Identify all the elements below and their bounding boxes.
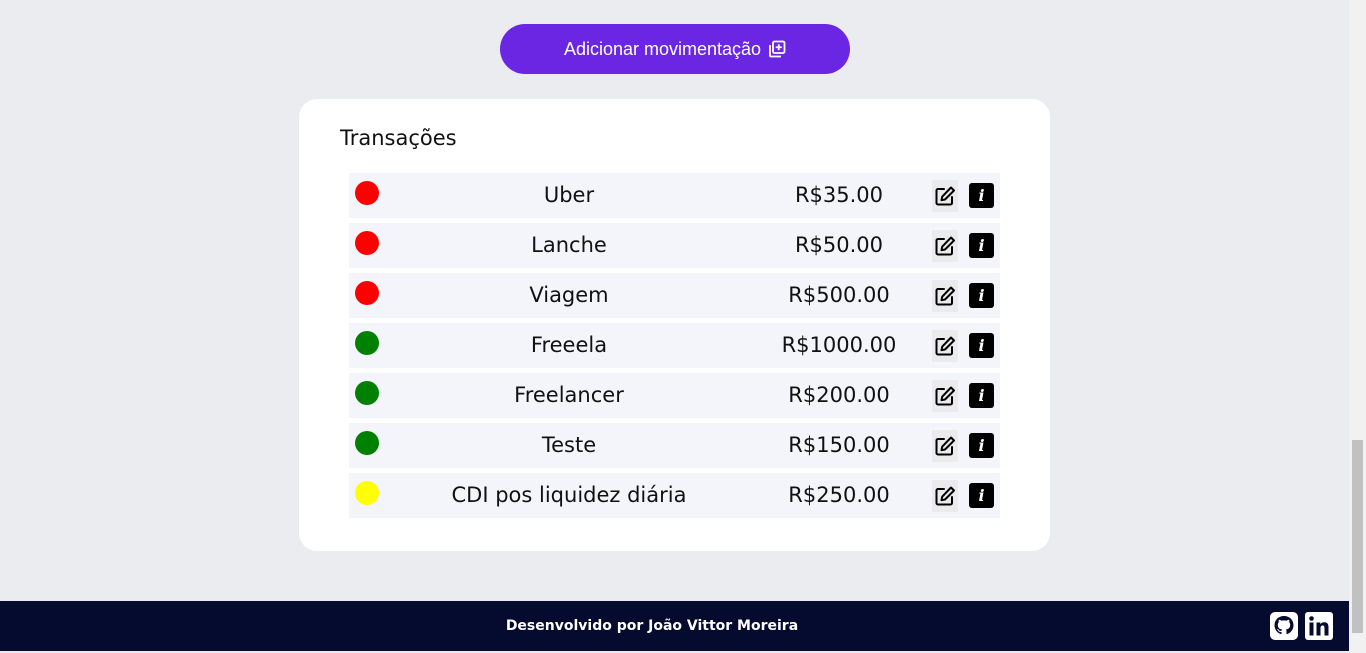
info-icon: i: [978, 286, 985, 305]
info-button[interactable]: i: [969, 433, 994, 458]
transaction-amount: R$500.00: [788, 283, 890, 307]
edit-button[interactable]: [932, 180, 958, 212]
transaction-description: Freeela: [530, 333, 608, 357]
transactions-list: Uber R$35.00 i Lanche R$50.00 i Viagem R$500.00…: [349, 173, 1000, 523]
transaction-description: Teste: [541, 433, 597, 457]
status-indicator: [355, 381, 379, 405]
github-link[interactable]: [1270, 612, 1298, 640]
transaction-row: CDI pos liquidez diária R$250.00 i: [349, 473, 1000, 518]
info-button[interactable]: i: [969, 383, 994, 408]
status-indicator: [355, 331, 379, 355]
edit-button[interactable]: [932, 230, 958, 262]
edit-button[interactable]: [932, 480, 958, 512]
add-transaction-label: Adicionar movimentação: [563, 38, 762, 59]
edit-icon: [935, 286, 955, 306]
status-indicator: [355, 181, 379, 205]
edit-icon: [935, 336, 955, 356]
transaction-row: Freeela R$1000.00 i: [349, 323, 1000, 368]
edit-button[interactable]: [932, 330, 958, 362]
github-icon: [1270, 612, 1298, 640]
transaction-description: CDI pos liquidez diária: [451, 483, 687, 507]
transaction-row: Lanche R$50.00 i: [349, 223, 1000, 268]
add-copy-icon: [768, 40, 786, 58]
transaction-row: Freelancer R$200.00 i: [349, 373, 1000, 418]
info-button[interactable]: i: [969, 183, 994, 208]
transaction-description: Freelancer: [514, 383, 624, 407]
transaction-description: Viagem: [529, 283, 609, 307]
footer: Desenvolvido por João Vittor Moreira: [0, 601, 1349, 651]
transaction-amount: R$1000.00: [781, 333, 897, 357]
edit-button[interactable]: [932, 280, 958, 312]
info-icon: i: [978, 336, 985, 355]
info-icon: i: [978, 386, 985, 405]
edit-button[interactable]: [932, 380, 958, 412]
edit-button[interactable]: [932, 430, 958, 462]
status-indicator: [355, 481, 379, 505]
transaction-row: Viagem R$500.00 i: [349, 273, 1000, 318]
status-indicator: [355, 231, 379, 255]
scrollbar-thumb[interactable]: [1352, 440, 1363, 633]
add-transaction-button[interactable]: Adicionar movimentação: [500, 24, 850, 74]
page: Adicionar movimentação Transações Uber R$…: [0, 0, 1349, 653]
transactions-card: Transações Uber R$35.00 i Lanche R$50.00 i Via…: [299, 99, 1050, 551]
transaction-description: Lanche: [531, 233, 607, 257]
linkedin-link[interactable]: [1305, 612, 1333, 640]
info-button[interactable]: i: [969, 233, 994, 258]
transaction-amount: R$200.00: [788, 383, 890, 407]
transaction-amount: R$150.00: [788, 433, 890, 457]
transactions-title: Transações: [340, 126, 457, 150]
transaction-row: Uber R$35.00 i: [349, 173, 1000, 218]
info-icon: i: [978, 486, 985, 505]
vertical-scrollbar[interactable]: [1349, 0, 1366, 653]
transaction-amount: R$35.00: [794, 183, 884, 207]
info-button[interactable]: i: [969, 333, 994, 358]
edit-icon: [935, 186, 955, 206]
edit-icon: [935, 386, 955, 406]
transaction-amount: R$50.00: [794, 233, 884, 257]
edit-icon: [935, 486, 955, 506]
status-indicator: [355, 431, 379, 455]
footer-credit: Desenvolvido por João Vittor Moreira: [505, 618, 799, 634]
transaction-row: Teste R$150.00 i: [349, 423, 1000, 468]
status-indicator: [355, 281, 379, 305]
info-icon: i: [978, 436, 985, 455]
transaction-amount: R$250.00: [788, 483, 890, 507]
transaction-description: Uber: [543, 183, 595, 207]
info-button[interactable]: i: [969, 283, 994, 308]
edit-icon: [935, 236, 955, 256]
edit-icon: [935, 436, 955, 456]
info-button[interactable]: i: [969, 483, 994, 508]
linkedin-icon: [1305, 612, 1333, 640]
info-icon: i: [978, 236, 985, 255]
info-icon: i: [978, 186, 985, 205]
